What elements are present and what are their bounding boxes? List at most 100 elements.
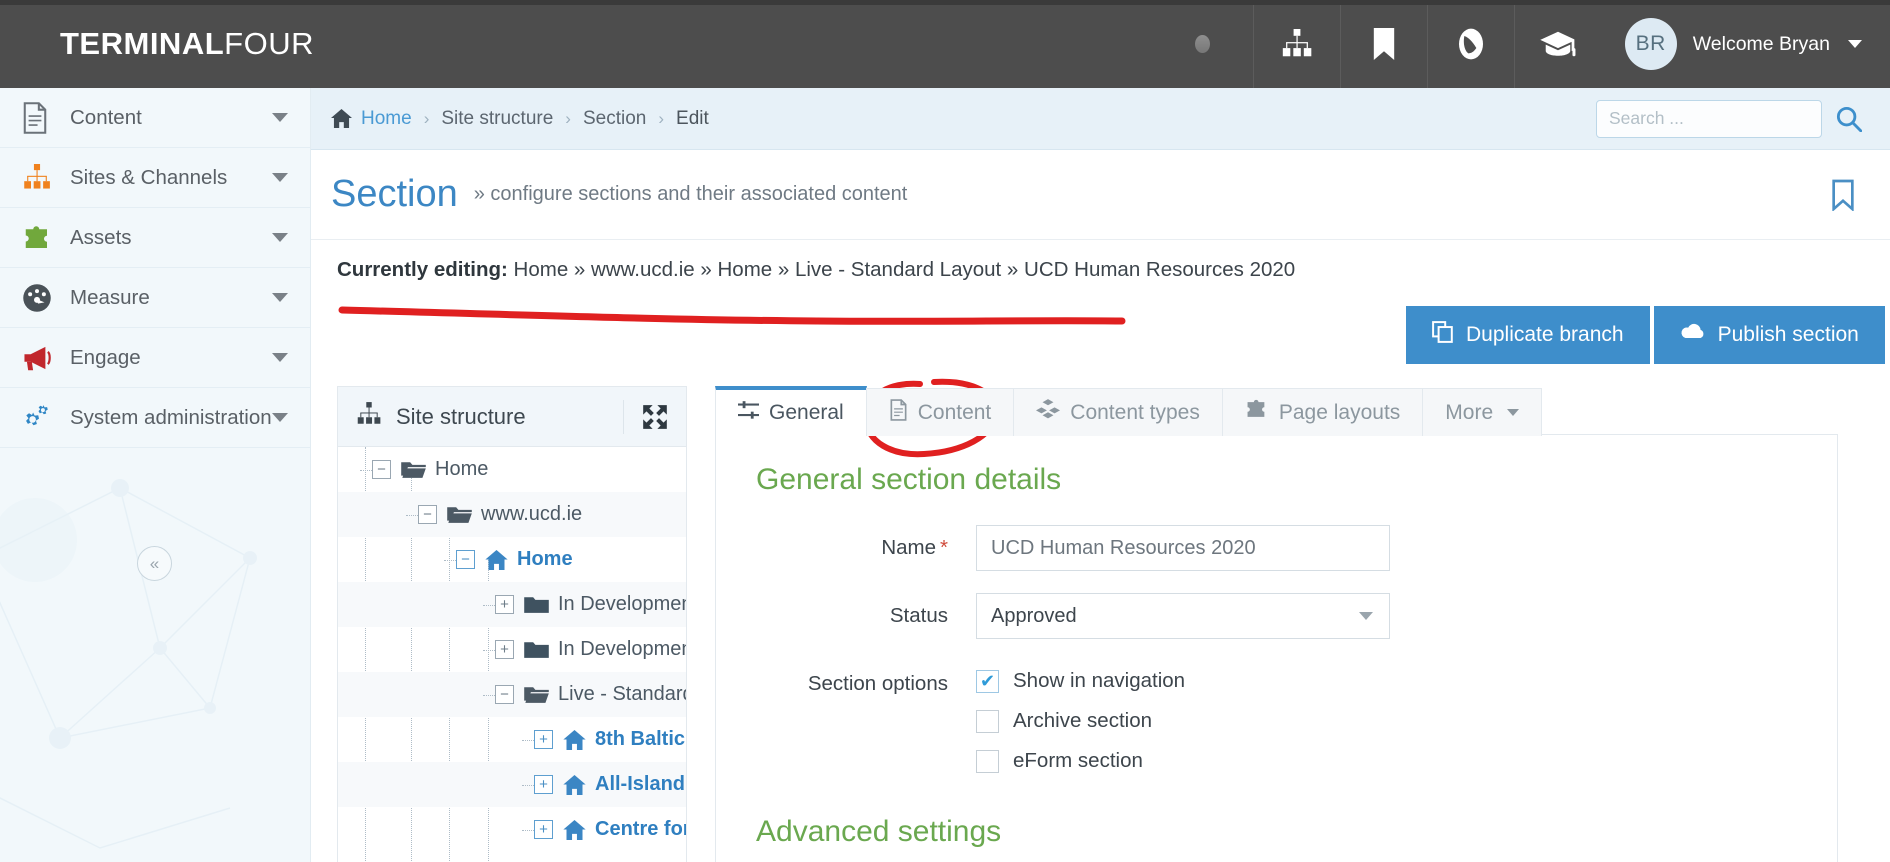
checkbox-archive-section[interactable] [976, 709, 999, 733]
status-dot-icon[interactable] [1153, 0, 1253, 88]
tab-more[interactable]: More [1422, 388, 1543, 436]
breadcrumb-bar: Home › Site structure › Section › Edit [311, 88, 1890, 150]
expand-expander-icon[interactable]: + [483, 595, 514, 614]
avatar: BR [1624, 18, 1677, 70]
chevron-down-icon [272, 173, 288, 182]
double-chevron-left-icon: « [149, 554, 160, 573]
name-input[interactable] [976, 525, 1390, 571]
tree-item-label: Live - Standard Layout [558, 683, 686, 705]
publish-section-button[interactable]: Publish section [1653, 306, 1885, 364]
search-icon[interactable] [1836, 106, 1862, 132]
app-logo[interactable]: TERMINAL FOUR [0, 0, 314, 88]
tree-item-label: Home [435, 458, 489, 480]
collapse-expander-icon[interactable]: − [483, 685, 514, 704]
option-archive-section[interactable]: Archive section [976, 709, 1185, 733]
collapse-expander-icon[interactable]: − [444, 550, 475, 569]
option-label: Archive section [1013, 709, 1153, 732]
tab-label: Content types [1070, 400, 1200, 424]
checkbox-show-in-navigation[interactable] [976, 669, 999, 693]
tree-item-in-development-1[interactable]: + In Development [338, 582, 686, 627]
sidebar-collapse-button[interactable]: « [137, 546, 172, 581]
tree-item-label: www.ucd.ie [481, 503, 583, 525]
search-input[interactable] [1596, 99, 1822, 138]
breadcrumb-separator: › [658, 108, 665, 128]
graduation-cap-icon[interactable] [1513, 0, 1601, 88]
sidebar-item-measure[interactable]: Measure [0, 268, 310, 328]
breadcrumb-separator: › [423, 108, 430, 128]
cubes-icon [1036, 399, 1061, 426]
bookmark-icon[interactable] [1339, 0, 1427, 88]
tree-item-8th-baltic[interactable]: + 8th Baltic Mee... [338, 717, 686, 762]
folder-closed-icon [524, 640, 549, 659]
expand-arrows-icon[interactable] [623, 399, 668, 434]
expand-expander-icon[interactable]: + [522, 820, 553, 839]
tree-item-label: In Development [558, 638, 686, 660]
breadcrumb-item-site-structure[interactable]: Site structure [441, 108, 553, 130]
tree-item-centre-for[interactable]: + Centre for Doc... [338, 807, 686, 852]
user-menu[interactable]: BR Welcome Bryan [1601, 0, 1890, 88]
status-select[interactable]: Approved [976, 593, 1390, 639]
tree-item-label: Home [517, 548, 573, 570]
home-blue-icon [485, 549, 508, 570]
sidebar-item-label: System administration [70, 405, 272, 429]
gears-icon [22, 403, 70, 433]
copy-icon [1432, 321, 1454, 349]
expand-expander-icon[interactable]: + [483, 640, 514, 659]
status-field-row: Status Approved [756, 593, 1797, 639]
sidebar-item-engage[interactable]: Engage [0, 328, 310, 388]
chevron-down-icon [272, 413, 288, 422]
site-structure-header: Site structure [338, 387, 686, 447]
breadcrumb-item-section[interactable]: Section [583, 108, 646, 130]
document-icon [22, 101, 70, 134]
sitemap-icon[interactable] [1252, 0, 1340, 88]
collapse-expander-icon[interactable]: − [360, 460, 391, 479]
folder-open-icon [447, 505, 472, 524]
bookmark-outline-icon[interactable] [1830, 179, 1856, 211]
option-label: Show in navigation [1013, 669, 1186, 692]
page-subtitle: » configure sections and their associate… [473, 183, 908, 205]
tree-item-live-standard-layout[interactable]: − Live - Standard Layout [338, 672, 686, 717]
checkbox-eform-section[interactable] [976, 749, 999, 773]
status-label: Status [889, 604, 948, 627]
tab-general[interactable]: General [715, 386, 867, 436]
sidebar-item-content[interactable]: Content [0, 88, 310, 148]
sidebar: Content Sites & Channels Assets Measure … [0, 88, 311, 862]
help-globe-icon[interactable] [1426, 0, 1514, 88]
sidebar-item-sites-channels[interactable]: Sites & Channels [0, 148, 310, 208]
duplicate-branch-button[interactable]: Duplicate branch [1406, 306, 1650, 364]
expand-expander-icon[interactable]: + [522, 775, 553, 794]
name-field-row: Name * [756, 525, 1797, 571]
collapse-expander-icon[interactable]: − [406, 505, 437, 524]
tree-item-in-development-2[interactable]: + In Development [338, 627, 686, 672]
puzzle-icon [1245, 399, 1269, 426]
sliders-icon [738, 400, 759, 426]
status-value: Approved [991, 604, 1077, 627]
sidebar-item-system-administration[interactable]: System administration [0, 388, 310, 448]
tree-item-home-site[interactable]: − Home [338, 537, 686, 582]
topbar-icon-group [1153, 0, 1601, 88]
sidebar-item-assets[interactable]: Assets [0, 208, 310, 268]
tab-label: More [1445, 400, 1494, 424]
page-title: Section [331, 173, 458, 215]
option-show-in-navigation[interactable]: Show in navigation [976, 669, 1185, 693]
tab-content[interactable]: Content [865, 388, 1015, 436]
tree-item-home[interactable]: − Home [338, 447, 686, 492]
tab-content-types[interactable]: Content types [1013, 388, 1223, 436]
tree-item-all-island[interactable]: + All-Island Conf... [338, 762, 686, 807]
name-label: Name * [756, 525, 976, 571]
home-blue-icon [563, 729, 586, 750]
home-blue-icon [563, 819, 586, 840]
duplicate-branch-label: Duplicate branch [1466, 323, 1624, 346]
tab-page-layouts[interactable]: Page layouts [1221, 388, 1424, 436]
expand-expander-icon[interactable]: + [522, 730, 553, 749]
section-options-row: Section options Show in navigation Archi… [756, 661, 1797, 789]
breadcrumb-item-home[interactable]: Home [361, 108, 412, 130]
chevron-down-icon [272, 293, 288, 302]
tab-label: Content [917, 400, 992, 424]
megaphone-icon [22, 344, 70, 372]
home-blue-icon [563, 774, 586, 795]
red-underline-annotation [338, 306, 1126, 325]
option-eform-section[interactable]: eForm section [976, 749, 1185, 773]
tree-item-www-ucd-ie[interactable]: − www.ucd.ie [338, 492, 686, 537]
gauge-icon [22, 283, 70, 313]
